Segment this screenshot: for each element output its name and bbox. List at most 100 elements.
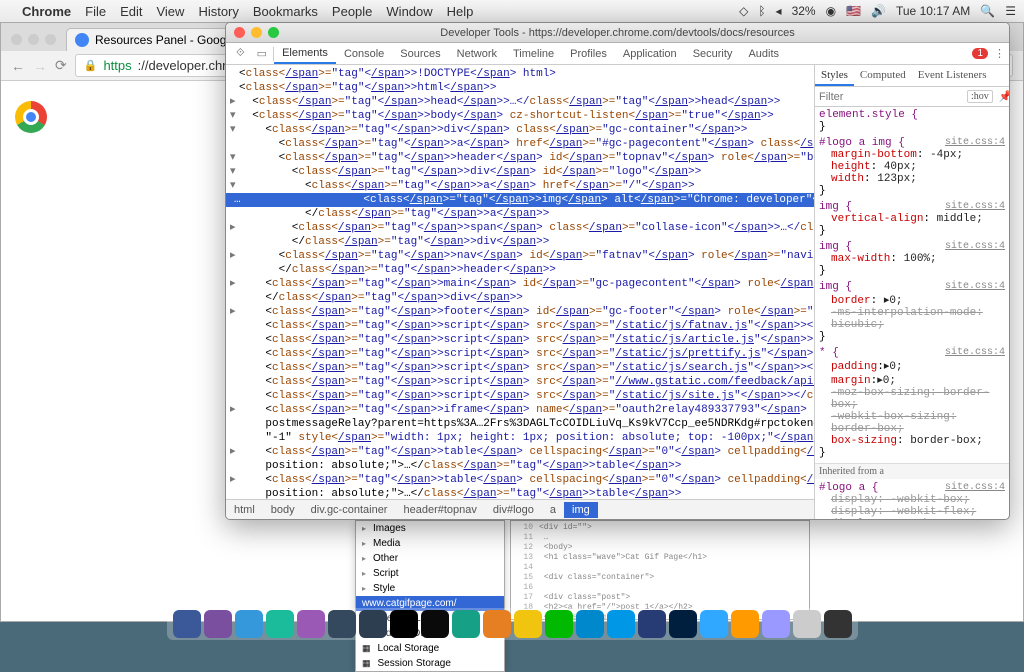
source-line[interactable]: ▾ <class</span>="tag"</span>>a</span> hr… xyxy=(226,179,814,193)
tab-profiles[interactable]: Profiles xyxy=(562,45,615,63)
close-icon[interactable] xyxy=(11,34,22,45)
tree-localstorage[interactable]: Local Storage xyxy=(356,641,504,656)
menu-people[interactable]: People xyxy=(332,4,372,19)
source-line[interactable]: </class</span>="tag"</span>>div</span>> xyxy=(226,235,814,249)
source-line[interactable]: ▸ <class</span>="tag"</span>>table</span… xyxy=(226,473,814,487)
source-line[interactable]: </class</span>="tag"</span>>header</span… xyxy=(226,263,814,277)
source-line[interactable]: <class</span>="tag"</span>>!DOCTYPE</spa… xyxy=(226,67,814,81)
dock-app-icon[interactable] xyxy=(700,610,728,638)
wifi-icon[interactable]: ◉ xyxy=(826,4,836,18)
menu-history[interactable]: History xyxy=(198,4,238,19)
dock-app-icon[interactable] xyxy=(390,610,418,638)
source-line[interactable]: <class</span>="tag"</span>>script</span>… xyxy=(226,333,814,347)
tab-computed[interactable]: Computed xyxy=(854,65,912,86)
source-line[interactable]: <class</span>="tag"</span>>a</span> href… xyxy=(226,137,814,151)
dock-app-icon[interactable] xyxy=(793,610,821,638)
inspect-icon[interactable]: ⟐ xyxy=(230,47,251,60)
crumb-header[interactable]: header#topnav xyxy=(395,502,484,518)
source-line[interactable]: <class</span>="tag"</span>>script</span>… xyxy=(226,347,814,361)
tab-timeline[interactable]: Timeline xyxy=(505,45,562,63)
maximize-icon[interactable] xyxy=(45,34,56,45)
styles-rules[interactable]: element.style {}site.css:4#logo a img {m… xyxy=(815,107,1009,519)
dock-app-icon[interactable] xyxy=(421,610,449,638)
error-badge[interactable]: 1 xyxy=(972,48,988,59)
tab-event-listeners[interactable]: Event Listeners xyxy=(912,65,993,86)
tree-images[interactable]: Images xyxy=(356,521,504,536)
menu-window[interactable]: Window xyxy=(386,4,432,19)
tab-application[interactable]: Application xyxy=(615,45,685,63)
tab-styles[interactable]: Styles xyxy=(815,65,854,86)
elements-breadcrumb[interactable]: html body div.gc-container header#topnav… xyxy=(226,499,814,519)
source-line[interactable]: position: absolute;">…</class</span>="ta… xyxy=(226,459,814,473)
dock-app-icon[interactable] xyxy=(204,610,232,638)
source-line[interactable]: postmessageRelay?parent=https%3A…2Frs%3D… xyxy=(226,417,814,431)
source-line[interactable]: ▾ <class</span>="tag"</span>>div</span> … xyxy=(226,123,814,137)
source-line[interactable]: … <class</span>="tag"</span>>img</span> … xyxy=(226,193,814,207)
source-line[interactable]: </class</span>="tag"</span>>div</span>> xyxy=(226,291,814,305)
source-line[interactable]: </class</span>="tag"</span>>a</span>> xyxy=(226,207,814,221)
source-line[interactable]: ▸ <class</span>="tag"</span>>table</span… xyxy=(226,445,814,459)
dock-app-icon[interactable] xyxy=(545,610,573,638)
dock-app-icon[interactable] xyxy=(514,610,542,638)
hov-toggle[interactable]: :hov xyxy=(967,90,993,103)
menu-bookmarks[interactable]: Bookmarks xyxy=(253,4,318,19)
tree-style[interactable]: Style xyxy=(356,581,504,596)
crumb-div[interactable]: div.gc-container xyxy=(303,502,396,518)
source-line[interactable]: ▸ <class</span>="tag"</span>>main</span>… xyxy=(226,277,814,291)
filter-input[interactable] xyxy=(819,91,961,103)
tab-audits[interactable]: Audits xyxy=(740,45,787,63)
back-icon[interactable]: ← xyxy=(11,58,25,74)
source-line[interactable]: <class</span>="tag"</span>>script</span>… xyxy=(226,319,814,333)
dock-app-icon[interactable] xyxy=(824,610,852,638)
source-line[interactable]: ▸ <class</span>="tag"</span>>footer</spa… xyxy=(226,305,814,319)
crumb-html[interactable]: html xyxy=(226,502,263,518)
devtools-titlebar[interactable]: Developer Tools - https://developer.chro… xyxy=(226,23,1009,43)
battery-icon[interactable]: ◂ xyxy=(776,4,782,18)
app-name[interactable]: Chrome xyxy=(22,4,71,19)
source-line[interactable]: <class</span>="tag"</span>>script</span>… xyxy=(226,361,814,375)
reload-icon[interactable]: ⟳ xyxy=(55,57,67,74)
source-line[interactable]: ▾ <class</span>="tag"</span>>header</spa… xyxy=(226,151,814,165)
tree-sessionstorage[interactable]: Session Storage xyxy=(356,656,504,671)
source-line[interactable]: ▸ <class</span>="tag"</span>>nav</span> … xyxy=(226,249,814,263)
tab-network[interactable]: Network xyxy=(449,45,505,63)
clock[interactable]: Tue 10:17 AM xyxy=(896,4,970,18)
source-line[interactable]: ▸ <class</span>="tag"</span>>head</span>… xyxy=(226,95,814,109)
dock-app-icon[interactable] xyxy=(638,610,666,638)
source-line[interactable]: "-1" style</span>="width: 1px; height: 1… xyxy=(226,431,814,445)
pin-icon[interactable]: 📌 xyxy=(999,90,1009,103)
notifications-icon[interactable]: ☰ xyxy=(1005,4,1016,18)
dock-app-icon[interactable] xyxy=(235,610,263,638)
dock-app-icon[interactable] xyxy=(607,610,635,638)
menu-edit[interactable]: Edit xyxy=(120,4,142,19)
spotlight-icon[interactable]: 🔍 xyxy=(980,4,995,18)
close-icon[interactable] xyxy=(234,27,245,38)
dock-app-icon[interactable] xyxy=(359,610,387,638)
dock-app-icon[interactable] xyxy=(173,610,201,638)
elements-panel[interactable]: <class</span>="tag"</span>>!DOCTYPE</spa… xyxy=(226,65,814,499)
tree-media[interactable]: Media xyxy=(356,536,504,551)
tab-security[interactable]: Security xyxy=(685,45,741,63)
tab-elements[interactable]: Elements xyxy=(274,44,336,64)
menu-view[interactable]: View xyxy=(156,4,184,19)
lock-icon[interactable]: 🔒 xyxy=(84,59,98,72)
crumb-body[interactable]: body xyxy=(263,502,303,518)
dock-app-icon[interactable] xyxy=(452,610,480,638)
crumb-logo[interactable]: div#logo xyxy=(485,502,542,518)
dock-app-icon[interactable] xyxy=(266,610,294,638)
tab-console[interactable]: Console xyxy=(336,45,392,63)
device-icon[interactable]: ▭ xyxy=(251,47,273,60)
dock-app-icon[interactable] xyxy=(762,610,790,638)
dock-app-icon[interactable] xyxy=(731,610,759,638)
maximize-icon[interactable] xyxy=(268,27,279,38)
dock-app-icon[interactable] xyxy=(576,610,604,638)
source-line[interactable]: ▾ <class</span>="tag"</span>>div</span> … xyxy=(226,165,814,179)
minimize-icon[interactable] xyxy=(251,27,262,38)
tree-script[interactable]: Script xyxy=(356,566,504,581)
source-line[interactable]: ▸ <class</span>="tag"</span>>span</span>… xyxy=(226,221,814,235)
menu-help[interactable]: Help xyxy=(447,4,474,19)
window-traffic-lights[interactable] xyxy=(1,34,66,51)
more-icon[interactable]: ⋮ xyxy=(994,47,1005,60)
menu-file[interactable]: File xyxy=(85,4,106,19)
dock-app-icon[interactable] xyxy=(483,610,511,638)
